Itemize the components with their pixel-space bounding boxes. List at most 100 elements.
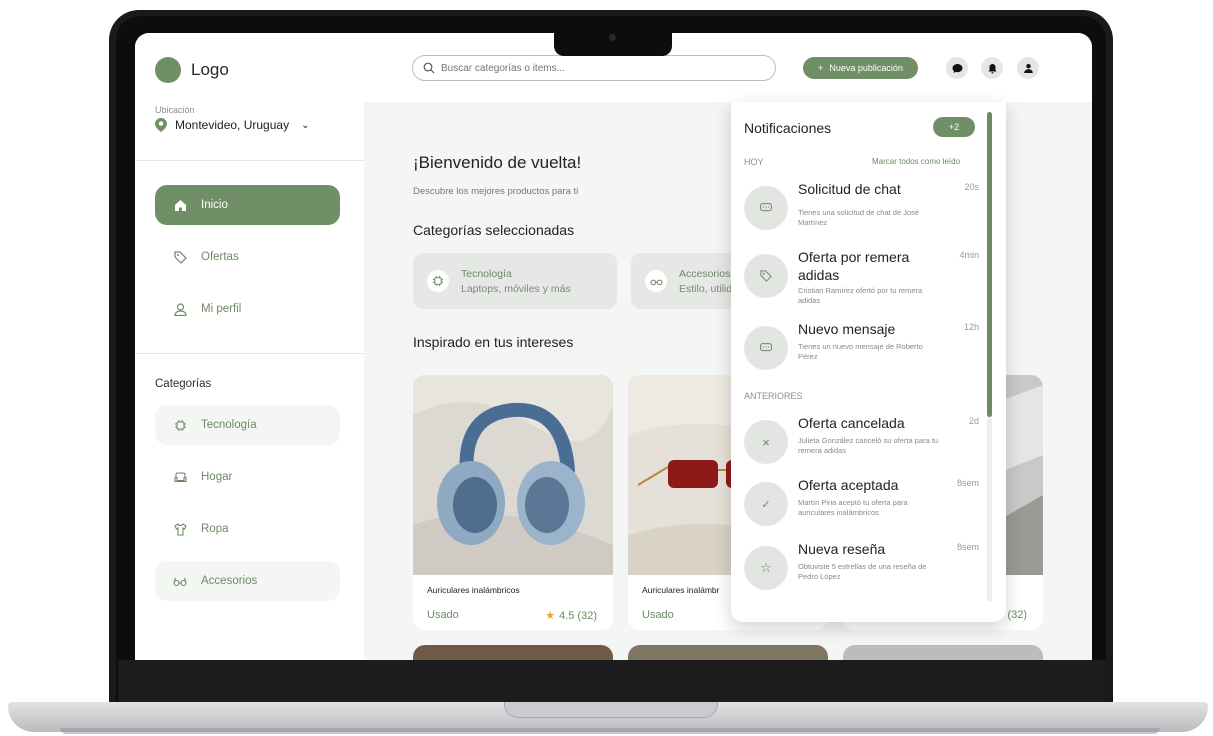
notification-time: 8sem [956,542,979,552]
search-input[interactable] [441,62,741,74]
sidebar: Logo Ubicación Montevideo, Uruguay ⌄ Ini… [135,33,364,660]
logo[interactable]: Logo [155,57,229,83]
laptop-bottom-bezel [118,660,1106,704]
category-item-tecnologia[interactable]: Tecnología [155,405,340,445]
scrollbar-thumb[interactable] [987,112,992,417]
product-rating-value: 4.5 (32) [559,609,597,622]
new-post-label: Nueva publicación [829,63,903,73]
notification-time: 4min [959,250,979,260]
category-card-title: Tecnología [461,267,512,280]
star-icon: ☆ [744,546,788,590]
bell-icon [988,63,996,73]
selected-category-card[interactable]: Tecnología Laptops, móviles y más [413,253,617,309]
glasses-icon [173,574,187,588]
search-bar[interactable] [412,55,776,81]
product-rating: ★ 4.5 (32) [545,609,597,623]
divider [135,353,364,354]
sidebar-item-label: Ofertas [201,251,239,263]
mark-all-read-link[interactable]: Marcar todos como leído [872,157,960,166]
notifications-title: Notificaciones [744,120,832,136]
category-item-accesorios[interactable]: Accesorios [155,561,340,601]
page-title: ¡Bienvenido de vuelta! [413,153,582,172]
group-label-today: HOY [744,157,764,167]
group-label-earlier: ANTERIORES [744,391,803,401]
user-icon [173,302,187,316]
page-subtitle: Descubre los mejores productos para ti [413,186,579,197]
star-icon: ★ [545,610,556,622]
camera-notch [554,26,672,56]
notification-time: 20s [964,182,979,192]
tag-icon [744,254,788,298]
interests-heading: Inspirado en tus intereses [413,334,574,350]
product-condition: Usado [427,609,459,621]
chip-icon [427,270,449,292]
chat-bubble-icon [744,326,788,370]
location-label: Ubicación [155,105,195,115]
laptop-mockup: Logo Ubicación Montevideo, Uruguay ⌄ Ini… [0,0,1213,736]
home-icon [173,198,187,212]
laptop-base-groove [504,702,718,718]
sidebar-item-inicio[interactable]: Inicio [155,185,340,225]
top-bar: + Nueva publicación [364,33,1092,102]
app-screen: Logo Ubicación Montevideo, Uruguay ⌄ Ini… [135,33,1092,660]
camera-icon [609,34,616,41]
notification-description: Obtuviste 5 estrellas de una reseña de P… [798,562,927,581]
product-card-preview [628,645,828,660]
armchair-icon [173,470,187,484]
location-value: Montevideo, Uruguay [175,118,290,132]
notifications-panel: Notificaciones +2 HOY Marcar todos como … [731,102,1006,622]
location-selector[interactable]: Montevideo, Uruguay ⌄ [155,118,309,132]
product-card-preview [843,645,1043,660]
notification-title: Oferta aceptada [798,477,899,493]
chip-icon [173,418,187,432]
notifications-count-badge: +2 [933,117,975,137]
location-pin-icon [155,118,167,132]
product-card[interactable]: Auriculares inalámbricos Usado ★ 4.5 (32… [413,375,613,630]
notification-title: Oferta por remera adidas [798,249,910,283]
category-item-ropa[interactable]: Ropa [155,509,340,549]
notification-time: 12h [963,322,979,332]
notification-description: Julieta González canceló su oferta para … [798,436,939,455]
sidebar-item-label: Mi perfil [201,303,242,315]
category-item-hogar[interactable]: Hogar [155,457,340,497]
notification-description: Tienes un nuevo mensaje de Roberto Pérez [798,342,923,361]
laptop-base-shadow [60,728,1160,734]
notification-time: 2d [968,416,979,426]
notification-title: Nuevo mensaje [798,321,896,337]
glasses-icon [645,270,667,292]
notification-time: 8sem [956,478,979,488]
chevron-down-icon: ⌄ [301,119,310,131]
chat-button[interactable] [946,57,968,79]
shirt-icon [173,522,187,536]
close-icon: × [744,420,788,464]
search-icon [423,62,435,74]
sidebar-item-mi-perfil[interactable]: Mi perfil [155,289,340,329]
product-condition: Usado [642,609,674,621]
sidebar-item-label: Inicio [201,199,228,211]
chat-icon [952,63,962,73]
category-label: Hogar [201,471,233,483]
product-image-headphones [413,375,613,575]
product-name: Auriculares inalámbricos [427,585,520,595]
profile-icon [1023,63,1033,73]
sidebar-item-ofertas[interactable]: Ofertas [155,237,340,277]
notification-description: Tienes una solicitud de chat de José Mar… [798,208,920,227]
logo-text: Logo [191,60,229,79]
plus-icon: + [818,63,824,73]
profile-button[interactable] [1017,57,1039,79]
product-name: Auriculares inalámbr [642,585,720,595]
notifications-button[interactable] [981,57,1003,79]
new-post-button[interactable]: + Nueva publicación [803,57,918,79]
logo-mark [155,57,181,83]
category-label: Tecnología [201,419,257,431]
chat-bubble-icon [744,186,788,230]
category-card-subtitle: Estilo, utilid [679,282,733,295]
notification-description: Cristian Ramírez ofertó por tu remera ad… [798,286,923,305]
check-icon: ✓ [744,482,788,526]
category-card-subtitle: Laptops, móviles y más [461,282,571,295]
divider [135,160,364,161]
notification-title: Nueva reseña [798,541,886,557]
product-card-preview [413,645,613,660]
notification-description: Martín Piria aceptó tu oferta para auric… [798,498,908,517]
category-label: Ropa [201,523,229,535]
